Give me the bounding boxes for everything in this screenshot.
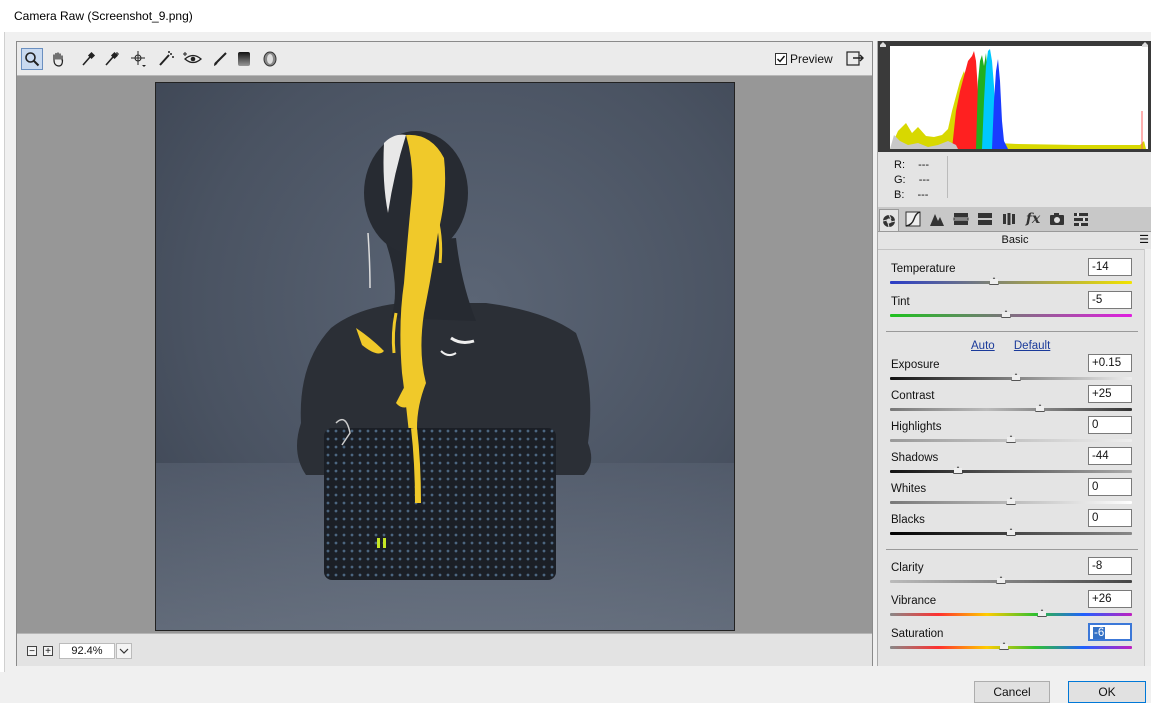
temperature-label: Temperature [891,263,956,275]
saturation-label: Saturation [891,628,944,640]
saturation-track [890,646,1132,649]
tint-label: Tint [891,296,910,308]
auto-link[interactable]: Auto [971,340,995,352]
adjustments-panel: R: --- G: --- B: --- fx Basic ☰ Temperat… [877,41,1151,666]
whites-label: Whites [891,483,927,495]
highlights-label: Highlights [891,421,942,433]
g-readout: G: --- [894,174,930,186]
zoom-in-button[interactable]: + [43,646,53,657]
zoom-out-button[interactable]: − [27,646,37,657]
readout-divider [947,156,948,198]
panel-scrollbar[interactable] [1144,249,1151,666]
tool-bar: Preview [17,42,872,76]
contrast-slider[interactable] [1035,404,1046,412]
rgb-readout: R: --- G: --- B: --- [878,152,1151,208]
panel-tabs: fx [878,207,1151,232]
preview-label: Preview [790,52,833,66]
exposure-slider[interactable] [1010,373,1021,381]
zoom-dropdown[interactable] [116,643,132,659]
zoom-icon[interactable] [21,48,43,70]
hand-icon[interactable] [47,48,69,70]
default-link[interactable]: Default [1014,340,1050,352]
color-sampler-icon[interactable] [101,48,123,70]
camera-calibration-icon[interactable] [1047,209,1067,229]
shadows-slider[interactable] [952,466,963,474]
adjustment-brush-icon[interactable] [209,48,231,70]
clarity-value[interactable]: -8 [1088,557,1132,575]
auto-default-links: Auto Default [971,340,1066,352]
vibrance-slider[interactable] [1037,609,1048,617]
separator [886,331,1138,332]
histogram [878,41,1151,152]
temperature-slider[interactable] [989,277,1000,285]
white-balance-icon[interactable] [77,48,99,70]
r-readout: R: --- [894,159,930,171]
vibrance-value[interactable]: +26 [1088,590,1132,608]
spot-removal-icon[interactable] [155,48,177,70]
status-bar: − + 92.4% [17,633,872,666]
preview-checkbox[interactable] [775,53,787,65]
highlights-value[interactable]: 0 [1088,416,1132,434]
tint-value[interactable]: -5 [1088,291,1132,309]
ok-button[interactable]: OK [1068,681,1146,703]
preview-toggle[interactable]: Preview [775,52,833,66]
panel-menu-icon[interactable]: ☰ [1139,232,1149,249]
whites-slider[interactable] [1006,497,1016,505]
tint-slider[interactable] [1001,310,1012,318]
whites-value[interactable]: 0 [1088,478,1132,496]
hsl-icon[interactable] [951,209,971,229]
vibrance-track [890,613,1132,616]
basic-icon[interactable] [879,209,899,231]
temperature-track [890,281,1132,284]
graduated-filter-icon[interactable] [233,48,255,70]
title-bar: Camera Raw (Screenshot_9.png) [0,0,1151,32]
contrast-value[interactable]: +25 [1088,385,1132,403]
shadows-label: Shadows [891,452,939,464]
split-toning-icon[interactable] [975,209,995,229]
shadows-value[interactable]: -44 [1088,447,1132,465]
saturation-slider[interactable] [998,642,1009,650]
clarity-track [890,580,1132,583]
targeted-adjust-icon[interactable] [127,48,149,70]
b-readout: B: --- [894,189,929,201]
radial-filter-icon[interactable] [259,48,281,70]
contrast-label: Contrast [891,390,935,402]
highlights-slider[interactable] [1006,435,1016,443]
cancel-button[interactable]: Cancel [974,681,1050,703]
contrast-track [890,408,1132,411]
lens-icon[interactable] [999,209,1019,229]
effects-icon[interactable]: fx [1023,209,1043,229]
separator [886,549,1138,550]
saturation-value[interactable]: -6 [1088,623,1132,641]
blacks-slider[interactable] [1006,528,1016,536]
zoom-level[interactable]: 92.4% [59,643,115,659]
vibrance-label: Vibrance [891,595,937,607]
exposure-label: Exposure [891,359,940,371]
fullscreen-icon[interactable] [845,50,865,71]
shadows-track [890,470,1132,473]
red-eye-icon[interactable] [181,48,203,70]
clarity-slider[interactable] [996,576,1007,584]
blacks-label: Blacks [891,514,925,526]
blacks-value[interactable]: 0 [1088,509,1132,527]
detail-icon[interactable] [927,209,947,229]
preview-image [155,82,735,631]
window-edge [0,32,5,672]
tone-curve-icon[interactable] [903,209,923,229]
temperature-value[interactable]: -14 [1088,258,1132,276]
image-canvas[interactable] [17,76,872,633]
panel-title: Basic ☰ [878,232,1151,250]
exposure-value[interactable]: +0.15 [1088,354,1132,372]
preview-area: Preview − + 92.4% [16,41,873,666]
presets-icon[interactable] [1071,209,1091,229]
clarity-label: Clarity [891,562,924,574]
window-title: Camera Raw (Screenshot_9.png) [14,9,193,23]
